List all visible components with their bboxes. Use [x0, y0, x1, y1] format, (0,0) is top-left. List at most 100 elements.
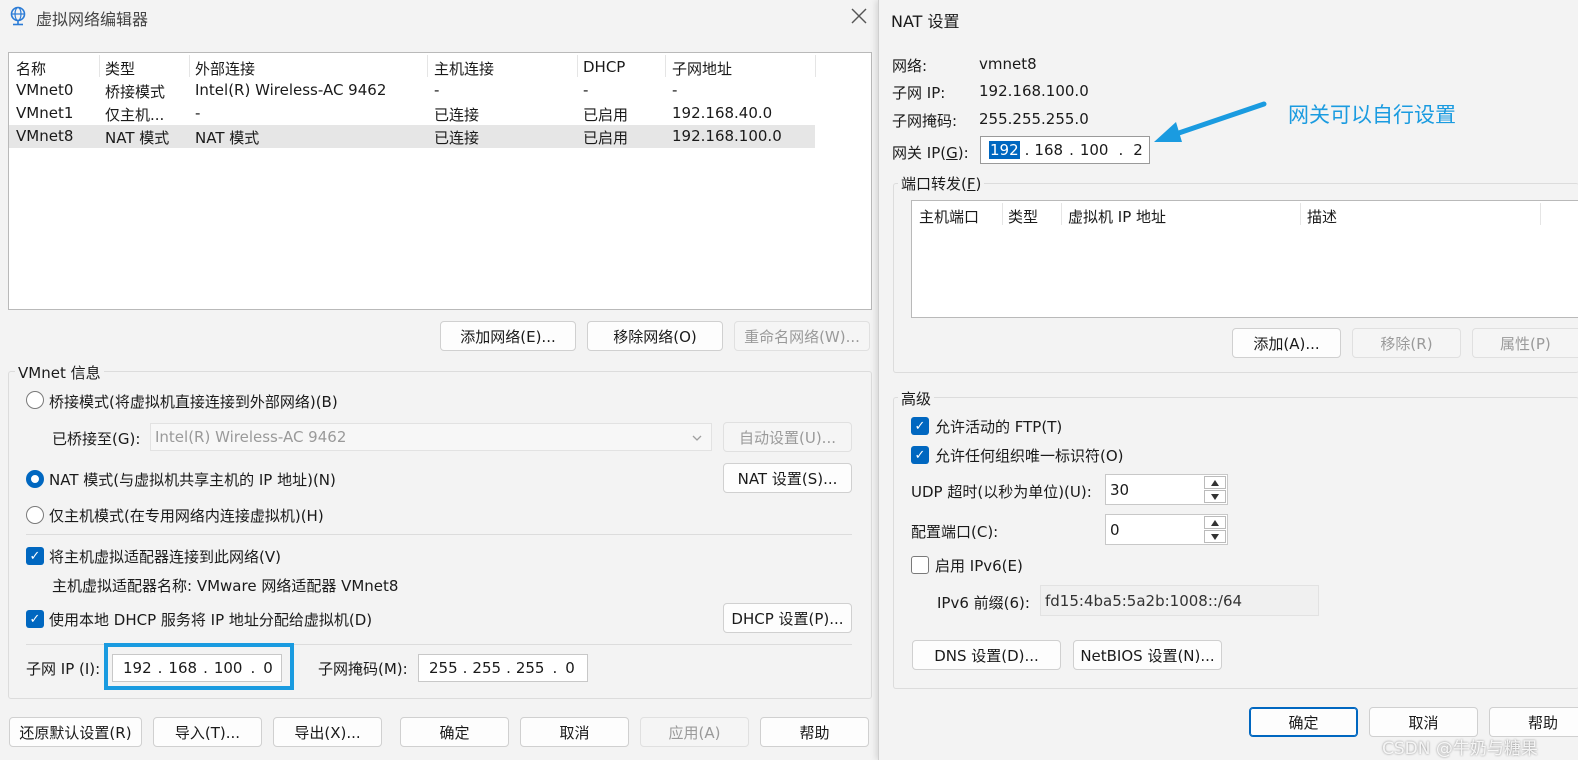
allow-ftp-checkbox[interactable]: ✓: [911, 417, 929, 435]
table-cell: -: [195, 104, 201, 122]
gateway-ip-field[interactable]: 192. 168. 100. 2: [980, 136, 1150, 164]
table-cell: -: [672, 81, 678, 99]
subnet-mask-field[interactable]: 255. 255. 255. 0: [418, 654, 588, 682]
spin-down-icon[interactable]: [1204, 530, 1226, 543]
config-port-stepper[interactable]: 0: [1105, 514, 1228, 545]
annotation-arrow: [1154, 101, 1267, 142]
config-port-value: 0: [1110, 520, 1120, 539]
help-button[interactable]: 帮助: [760, 717, 869, 747]
connect-adapter-checkbox[interactable]: ✓: [26, 547, 44, 565]
spin-up-icon[interactable]: [1204, 516, 1226, 529]
subnet-mask-label: 子网掩码:: [892, 112, 958, 130]
add-network-button[interactable]: 添加网络(E)...: [440, 321, 576, 351]
subnet-ip-label: 子网 IP (I):: [26, 660, 101, 678]
port-forwarding-list[interactable]: 主机端口 类型 虚拟机 IP 地址 描述: [911, 200, 1578, 318]
properties-button[interactable]: 属性(P): [1472, 328, 1578, 358]
ok-button[interactable]: 确定: [400, 717, 509, 747]
column-header-host-port[interactable]: 主机端口: [919, 206, 979, 227]
ip-octet: 100: [213, 659, 243, 677]
import-button[interactable]: 导入(T)...: [153, 717, 262, 747]
close-icon[interactable]: [848, 5, 870, 31]
rename-network-button[interactable]: 重命名网络(W)...: [734, 321, 870, 351]
spin-up-icon[interactable]: [1204, 476, 1226, 489]
column-header-host[interactable]: 主机连接: [434, 58, 494, 79]
cancel-button[interactable]: 取消: [1369, 707, 1478, 737]
column-header-type[interactable]: 类型: [105, 58, 135, 79]
ok-button[interactable]: 确定: [1249, 707, 1358, 737]
port-forwarding-title-text: ): [975, 175, 982, 193]
bridged-to-select[interactable]: Intel(R) Wireless-AC 9462: [150, 423, 712, 451]
udp-timeout-label: UDP 超时(以秒为单位)(U):: [911, 483, 1092, 501]
cancel-button[interactable]: 取消: [520, 717, 629, 747]
nat-settings-button[interactable]: NAT 设置(S)...: [723, 463, 852, 493]
connect-adapter-label[interactable]: 将主机虚拟适配器连接到此网络(V): [49, 546, 281, 567]
udp-timeout-stepper[interactable]: 30: [1105, 474, 1228, 505]
nat-mode-label[interactable]: NAT 模式(与虚拟机共享主机的 IP 地址)(N): [49, 469, 336, 490]
bridge-mode-label[interactable]: 桥接模式(将虚拟机直接连接到外部网络)(B): [49, 391, 338, 412]
watermark: CSDN @牛奶与糖果: [1382, 739, 1538, 759]
help-button[interactable]: 帮助: [1489, 707, 1578, 737]
gateway-ip-label: 网关 IP(G):: [892, 142, 969, 163]
column-header-description[interactable]: 描述: [1307, 206, 1337, 227]
gateway-label-key: G: [946, 144, 958, 162]
table-row[interactable]: VMnet0 桥接模式 Intel(R) Wireless-AC 9462 - …: [9, 79, 815, 102]
auto-settings-button[interactable]: 自动设置(U)...: [723, 422, 852, 452]
allow-org-id-checkbox[interactable]: ✓: [911, 446, 929, 464]
adapter-name-text: 主机虚拟适配器名称: VMware 网络适配器 VMnet8: [52, 577, 399, 595]
subnet-ip-field[interactable]: 192. 168. 100. 0: [112, 654, 282, 682]
use-dhcp-checkbox[interactable]: ✓: [26, 610, 44, 628]
table-cell: 192.168.40.0: [672, 104, 773, 122]
advanced-title: 高级: [898, 388, 935, 409]
host-only-mode-label[interactable]: 仅主机模式(在专用网络内连接虚拟机)(H): [49, 505, 324, 526]
subnet-mask-value: 255.255.255.0: [979, 110, 1089, 128]
port-forwarding-title-key: F: [966, 175, 976, 193]
ipv6-prefix-value: fd15:4ba5:5a2b:1008::/64: [1045, 591, 1243, 610]
remove-network-button[interactable]: 移除网络(O): [587, 321, 723, 351]
ip-octet: 100: [1079, 141, 1109, 159]
column-header-name[interactable]: 名称: [16, 58, 46, 79]
table-row[interactable]: VMnet1 仅主机... - 已连接 已启用 192.168.40.0: [9, 102, 815, 125]
export-button[interactable]: 导出(X)...: [273, 717, 382, 747]
netbios-settings-button[interactable]: NetBIOS 设置(N)...: [1073, 640, 1222, 670]
column-header-vm-ip[interactable]: 虚拟机 IP 地址: [1068, 206, 1166, 227]
column-header-subnet[interactable]: 子网地址: [672, 58, 732, 79]
spin-down-icon[interactable]: [1204, 490, 1226, 503]
ip-octet: 255: [472, 659, 502, 677]
nat-mode-radio[interactable]: [26, 470, 44, 488]
column-header-dhcp[interactable]: DHCP: [583, 58, 625, 76]
table-cell: 仅主机...: [105, 106, 165, 124]
apply-button[interactable]: 应用(A): [640, 717, 749, 747]
subnet-ip-value: 192.168.100.0: [979, 82, 1089, 100]
table-cell: NAT 模式: [195, 129, 260, 147]
column-header-type[interactable]: 类型: [1008, 206, 1038, 227]
dhcp-settings-button[interactable]: DHCP 设置(P)...: [723, 603, 852, 633]
use-dhcp-label[interactable]: 使用本地 DHCP 服务将 IP 地址分配给虚拟机(D): [49, 609, 372, 630]
table-row-selected[interactable]: VMnet8 NAT 模式 NAT 模式 已连接 已启用 192.168.100…: [9, 125, 815, 148]
ipv6-prefix-label: IPv6 前缀(6):: [937, 594, 1030, 612]
table-cell: 已连接: [434, 106, 480, 124]
window-title: NAT 设置: [891, 12, 960, 31]
title-bar: 虚拟网络编辑器: [0, 0, 878, 34]
port-forwarding-title: 端口转发(F): [898, 173, 985, 194]
subnet-mask-label: 子网掩码(M):: [318, 660, 408, 678]
remove-port-button[interactable]: 移除(R): [1352, 328, 1461, 358]
allow-ftp-label[interactable]: 允许活动的 FTP(T): [935, 416, 1062, 437]
network-list[interactable]: 名称 类型 外部连接 主机连接 DHCP 子网地址 VMnet0 桥接模式 In…: [8, 52, 872, 310]
enable-ipv6-checkbox[interactable]: [911, 556, 929, 574]
allow-org-id-label[interactable]: 允许任何组织唯一标识符(O): [935, 445, 1124, 466]
enable-ipv6-label[interactable]: 启用 IPv6(E): [935, 555, 1023, 576]
config-port-label: 配置端口(C):: [911, 523, 999, 541]
dns-settings-button[interactable]: DNS 设置(D)...: [912, 640, 1061, 670]
bridged-to-value: Intel(R) Wireless-AC 9462: [155, 428, 347, 446]
host-only-mode-radio[interactable]: [26, 506, 44, 524]
add-port-label: 添加(A)...: [1253, 334, 1320, 353]
column-header-external[interactable]: 外部连接: [195, 58, 255, 79]
table-cell: Intel(R) Wireless-AC 9462: [195, 81, 387, 99]
annotation-text: 网关可以自行设置: [1288, 103, 1456, 127]
restore-defaults-button[interactable]: 还原默认设置(R): [9, 717, 142, 747]
table-cell: 已连接: [434, 129, 480, 147]
add-port-button[interactable]: 添加(A)...: [1232, 328, 1341, 358]
table-cell: VMnet1: [16, 104, 74, 122]
bridge-mode-radio[interactable]: [26, 391, 44, 409]
ip-octet: 2: [1133, 141, 1143, 159]
